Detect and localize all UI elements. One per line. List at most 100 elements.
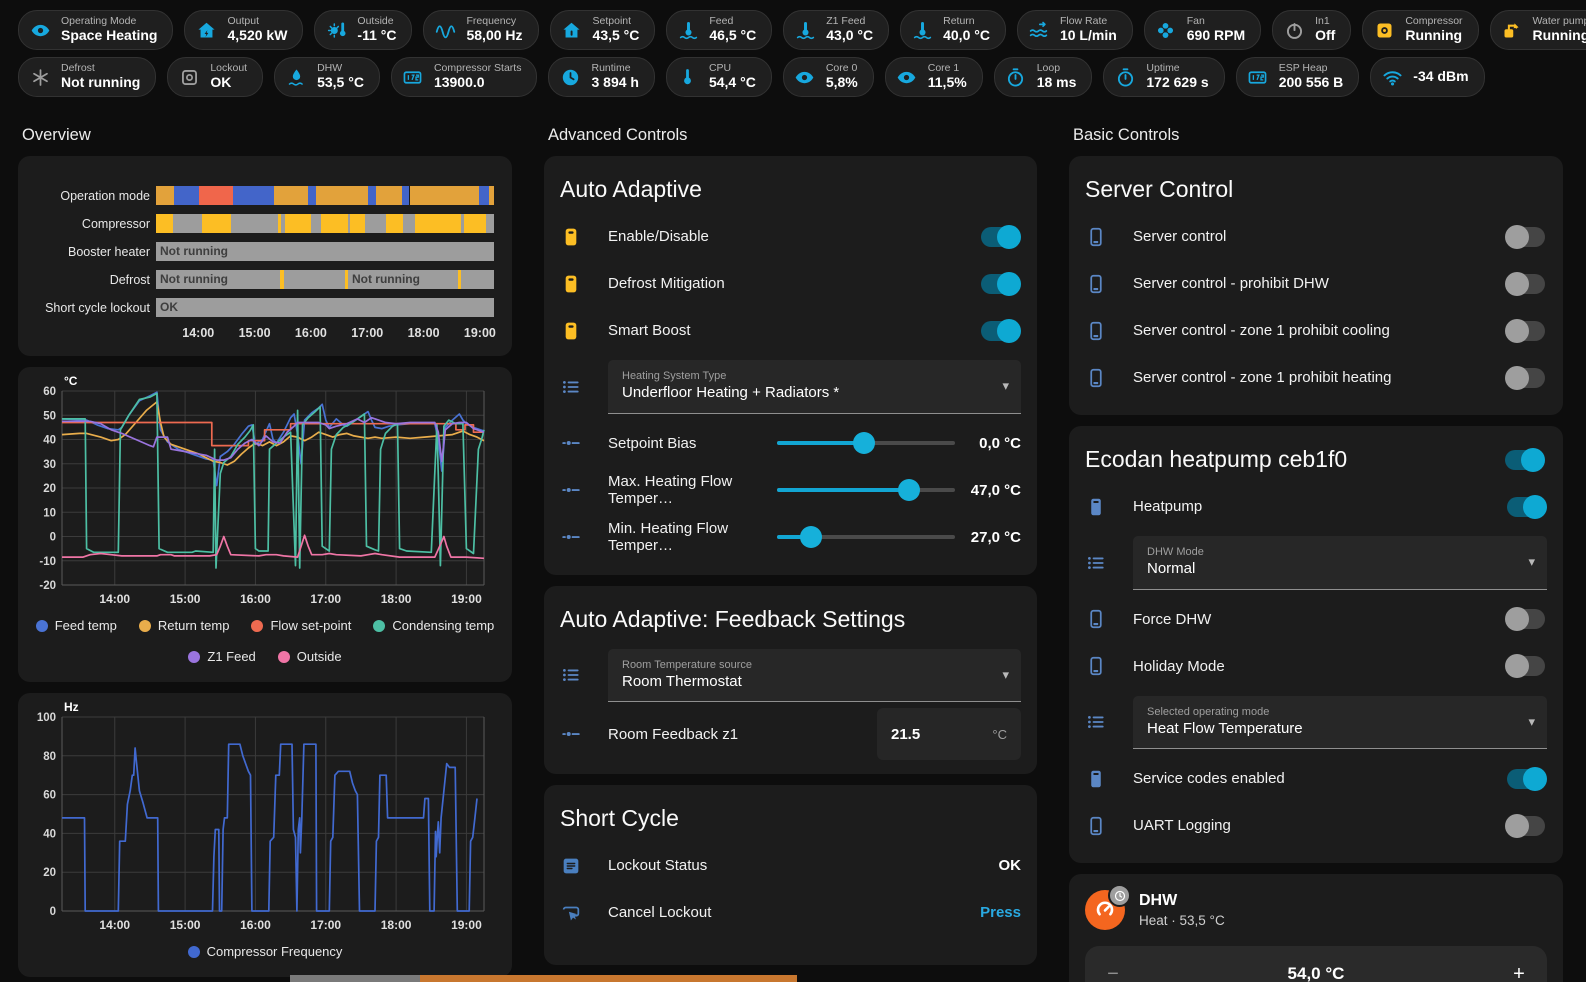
slider-thumb <box>853 432 876 455</box>
status-chip-feed[interactable]: Feed 46,5 °C <box>666 10 773 50</box>
status-chip-outside[interactable]: Outside -11 °C <box>314 10 413 50</box>
status-chip-wifi-signal[interactable]: -34 dBm <box>1370 57 1485 97</box>
timeline-segment <box>315 186 368 205</box>
svg-text:-20: -20 <box>39 580 56 592</box>
timeline-bar-defrost[interactable]: Not running Not running <box>156 270 494 289</box>
status-chip-output[interactable]: Output 4,520 kW <box>184 10 304 50</box>
smart-boost-toggle[interactable] <box>981 318 1021 343</box>
status-chip-core-1[interactable]: Core 1 11,5% <box>884 57 983 97</box>
room-temperature-source-select[interactable]: Room Temperature source Room Thermostat ▾ <box>608 648 1021 703</box>
svg-text:18:00: 18:00 <box>381 918 412 932</box>
advanced-controls-column: Advanced Controls Auto Adaptive Enable/Di… <box>544 126 1037 966</box>
status-chip-loop[interactable]: Loop 18 ms <box>993 57 1093 97</box>
status-chip-lockout[interactable]: Lockout OK <box>167 57 264 97</box>
holiday-mode-toggle[interactable] <box>1505 654 1545 679</box>
dhw-climate-text: DHW Heat · 53,5 °C <box>1139 890 1225 928</box>
legend-item-flow-set-point[interactable]: Flow set-point <box>251 618 351 633</box>
legend-item-z1-feed[interactable]: Z1 Feed <box>188 649 256 664</box>
svg-text:80: 80 <box>43 751 56 763</box>
server-control-prohibit-dhw-toggle[interactable] <box>1505 271 1545 296</box>
row-label: Holiday Mode <box>1133 657 1225 675</box>
chip-value: -34 dBm <box>1413 68 1469 85</box>
chip-value: 11,5% <box>927 74 967 91</box>
row-label: Defrost Mitigation <box>608 275 725 292</box>
timeline-segment <box>173 214 202 233</box>
select-wrap: Room Temperature source Room Thermostat ▾ <box>608 643 1021 709</box>
card-rows: Lockout Status OK Cancel Lockout Press <box>544 838 1037 950</box>
chip-value: 43,0 °C <box>826 27 874 44</box>
chip-text: Loop 18 ms <box>1037 63 1077 90</box>
status-chip-in1[interactable]: In1 Off <box>1272 10 1352 50</box>
row-label: Min. Heating Flow Temper… <box>608 520 729 555</box>
clock-badge-icon <box>1108 884 1131 908</box>
chip-value: 43,5 °C <box>592 27 640 44</box>
legend-item-condensing-temp[interactable]: Condensing temp <box>373 618 494 633</box>
timeline-bar-short-cycle-lockout[interactable]: OK <box>156 298 494 317</box>
row-smart-boost: Smart Boost <box>560 307 1021 354</box>
server-control-toggle[interactable] <box>1505 224 1545 249</box>
force-dhw-toggle[interactable] <box>1505 607 1545 632</box>
heatpump-toggle[interactable] <box>1507 494 1547 519</box>
status-chip-cpu[interactable]: CPU 54,4 °C <box>665 57 772 97</box>
server-control-zone-1-prohibit-cooling-toggle[interactable] <box>1505 318 1545 343</box>
dhw-mode-select[interactable]: DHW Mode Normal ▾ <box>1133 536 1547 590</box>
status-chip-z1-feed[interactable]: Z1 Feed 43,0 °C <box>783 10 890 50</box>
enable-disable-toggle[interactable] <box>981 224 1021 249</box>
row-room-feedback-z1: Room Feedback z1 21.5 °C <box>560 708 1021 761</box>
status-chip-defrost[interactable]: Defrost Not running <box>18 57 157 97</box>
heating-system-type-select[interactable]: Heating System Type Underfloor Heating + … <box>608 360 1021 414</box>
horizontal-scrollbar[interactable] <box>0 975 1586 982</box>
legend-item-outside[interactable]: Outside <box>277 649 342 664</box>
legend-item-compressor-frequency[interactable]: Compressor Frequency <box>187 944 342 959</box>
status-chip-compressor[interactable]: Compressor Running <box>1362 10 1479 50</box>
timeline-segment <box>485 214 494 233</box>
status-chip-flow-rate[interactable]: Flow Rate 10 L/min <box>1016 10 1133 50</box>
select-value: Underfloor Heating + Radiators * <box>622 384 840 402</box>
scrollbar-segment[interactable] <box>290 975 420 982</box>
room-feedback-z1-input[interactable]: 21.5 °C <box>877 708 1021 761</box>
status-chip-compressor-starts[interactable]: Compressor Starts 13900.0 <box>390 57 538 97</box>
svg-text:0: 0 <box>50 906 56 918</box>
status-chip-fan[interactable]: Fan 690 RPM <box>1143 10 1262 50</box>
chevron-down-icon: ▾ <box>1002 666 1009 682</box>
row-label: Force DHW <box>1133 610 1212 628</box>
short-cycle-card: Short Cycle Lockout Status OK Cancel Lockou… <box>544 785 1037 966</box>
setpoint-bias-slider[interactable] <box>777 432 955 455</box>
toggle-thumb <box>1521 448 1545 472</box>
toggle-thumb <box>1505 813 1529 838</box>
ecodan-heatpump-ceb1f0-toggle[interactable] <box>1505 448 1545 472</box>
uart-logging-toggle[interactable] <box>1505 813 1545 838</box>
server-control-zone-1-prohibit-heating-toggle[interactable] <box>1505 365 1545 390</box>
status-chip-return[interactable]: Return 40,0 °C <box>900 10 1006 50</box>
legend-item-return-temp[interactable]: Return temp <box>138 618 229 633</box>
status-chip-esp-heap[interactable]: ESP Heap 200 556 B <box>1235 57 1360 97</box>
svg-text:Hz: Hz <box>64 701 79 714</box>
timeline-x-label: 19:00 <box>463 326 496 340</box>
min-heating-flow-temper-slider[interactable] <box>777 526 955 549</box>
max-heating-flow-temper-slider[interactable] <box>777 479 955 502</box>
number-unit: °C <box>992 726 1007 742</box>
status-chip-dhw[interactable]: DHW 53,5 °C <box>274 57 380 97</box>
scrollbar-thumb[interactable] <box>420 975 797 982</box>
status-chip-water-pump[interactable]: Water pump Running <box>1489 10 1586 50</box>
phone-filled-icon <box>1085 768 1125 790</box>
status-chip-setpoint[interactable]: Setpoint 43,5 °C <box>549 10 656 50</box>
timeline-segment <box>409 186 479 205</box>
legend-item-feed-temp[interactable]: Feed temp <box>35 618 117 633</box>
row-server-control-zone-1-prohibit-heating: Server control - zone 1 prohibit heating <box>1085 354 1547 401</box>
selected-operating-mode-select[interactable]: Selected operating mode Heat Flow Tempera… <box>1133 695 1547 750</box>
chip-value: 5,8% <box>825 74 858 91</box>
status-chip-frequency[interactable]: Frequency 58,00 Hz <box>423 10 539 50</box>
timeline-bar-operation-mode[interactable] <box>156 186 494 205</box>
defrost-mitigation-toggle[interactable] <box>981 271 1021 296</box>
cancel-lockout-button[interactable]: Press <box>980 904 1021 921</box>
service-codes-enabled-toggle[interactable] <box>1507 766 1547 791</box>
status-chip-runtime[interactable]: Runtime 3 894 h <box>548 57 655 97</box>
status-chip-operating-mode[interactable]: Operating Mode Space Heating <box>18 10 174 50</box>
status-chip-core-0[interactable]: Core 0 5,8% <box>782 57 874 97</box>
select-label: Heating System Type <box>622 370 727 382</box>
timeline-bar-compressor[interactable] <box>156 214 494 233</box>
series-outside <box>62 534 485 560</box>
timeline-bar-booster-heater[interactable]: Not running <box>156 242 494 261</box>
status-chip-uptime[interactable]: Uptime 172 629 s <box>1103 57 1225 97</box>
